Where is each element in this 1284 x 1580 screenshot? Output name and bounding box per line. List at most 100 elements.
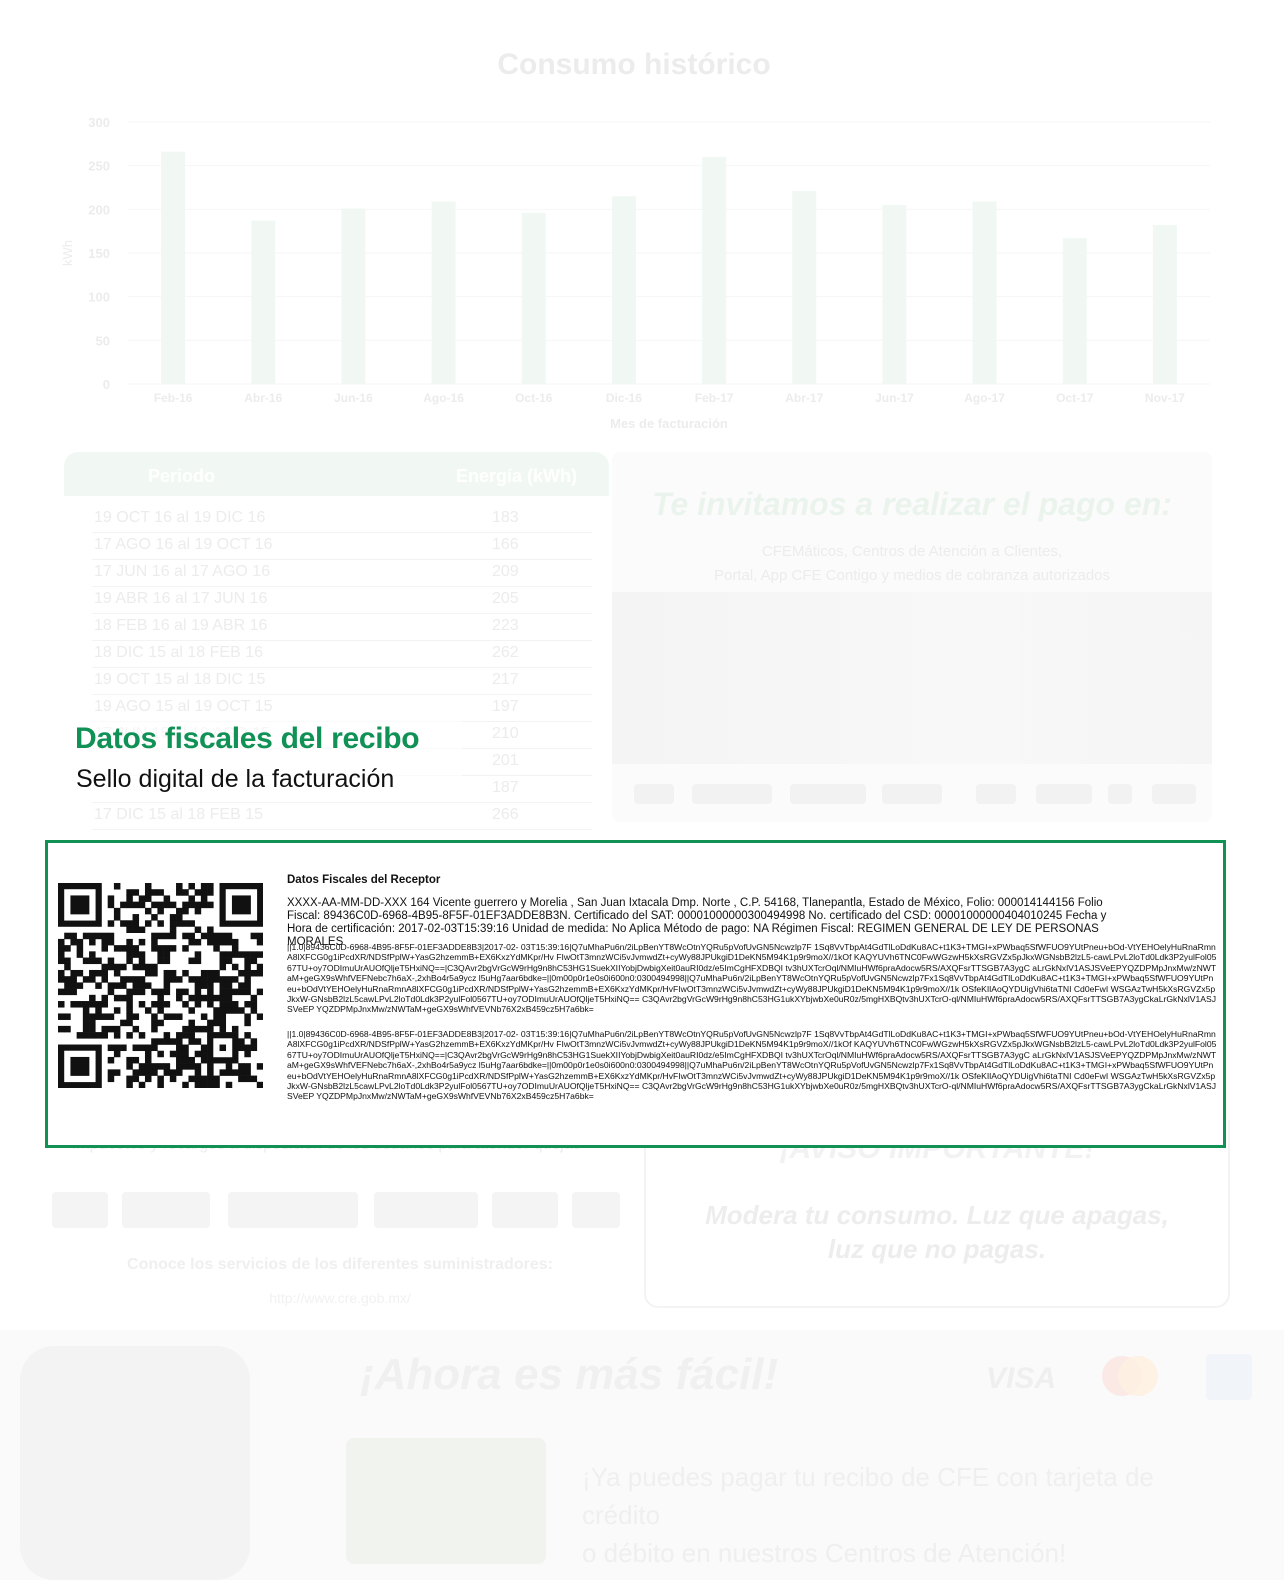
chart-bar — [882, 204, 907, 384]
institution-logo — [122, 1192, 210, 1228]
chart-bar — [611, 196, 636, 384]
y-tick-label: 300 — [88, 115, 110, 130]
partner-logo — [882, 784, 942, 804]
history-header-energia: Energía (kWh) — [456, 466, 578, 486]
x-tick-label: Abr-17 — [785, 391, 823, 405]
history-energia: 262 — [492, 644, 519, 661]
card-payment-line: o débito en nuestros Centros de Atención… — [582, 1538, 1067, 1568]
y-tick-label: 50 — [96, 333, 110, 348]
qr-code-icon — [58, 883, 263, 1088]
partner-logo — [1108, 784, 1132, 804]
chart-bar — [341, 208, 366, 384]
x-tick-label: Jun-16 — [334, 391, 373, 405]
chart-bar — [702, 156, 727, 384]
history-periodo: 19 OCT 15 al 18 DIC 15 — [94, 671, 266, 688]
x-tick-label: Oct-16 — [515, 391, 553, 405]
institution-logo — [492, 1192, 558, 1228]
notice-line: Modera tu consumo. Luz que apagas, — [705, 1200, 1169, 1230]
chart-bar — [161, 151, 186, 384]
chart-bar — [1152, 225, 1177, 384]
chart-bar — [521, 212, 546, 384]
history-energia: 217 — [492, 671, 519, 688]
x-tick-label: Ago-16 — [423, 391, 464, 405]
history-row: 19 ABR 16 al 17 JUN 16 205 — [92, 587, 592, 614]
x-tick-label: Ago-17 — [964, 391, 1005, 405]
x-tick-label: Jun-17 — [875, 391, 914, 405]
history-energia: 187 — [492, 779, 519, 796]
card-payment-line: ¡Ya puedes pagar tu recibo de CFE con ta… — [582, 1462, 1154, 1530]
promo-line: CFEMáticos, Centros de Atención a Client… — [761, 543, 1063, 560]
history-periodo: 19 OCT 16 al 19 DIC 16 — [94, 509, 266, 526]
history-row: 18 DIC 15 al 18 FEB 16 262 — [92, 641, 592, 668]
consumption-chart: 300 250 200 150 100 50 0 kWh Feb-16 Abr-16 Jun-16 A… — [60, 115, 1210, 431]
partner-logo — [790, 784, 866, 804]
history-table-header: Periodo Energía (kWh) — [64, 452, 609, 496]
institution-logos — [52, 1188, 622, 1234]
x-tick-label: Feb-16 — [154, 391, 193, 405]
history-row: 18 FEB 16 al 19 ABR 16 223 — [92, 614, 592, 641]
visa-logo: VISA — [986, 1362, 1057, 1395]
card-payment-title: ¡Ahora es más fácil! — [360, 1350, 779, 1399]
x-tick-label: Feb-17 — [695, 391, 734, 405]
chart-title: Consumo histórico — [497, 48, 771, 81]
x-tick-label: Dic-16 — [606, 391, 642, 405]
history-header-periodo: Periodo — [148, 466, 216, 486]
history-energia: 166 — [492, 536, 519, 553]
important-notice-box: ¡AVISO IMPORTANTE! Modera tu consumo. Lu… — [644, 1120, 1230, 1308]
history-periodo: 17 AGO 16 al 19 OCT 16 — [94, 536, 273, 553]
history-energia: 201 — [492, 752, 519, 769]
history-periodo: 17 JUN 16 al 17 AGO 16 — [94, 563, 271, 580]
promo-photo — [612, 592, 1212, 764]
x-axis-label: Mes de facturación — [610, 416, 728, 431]
chart-bar — [972, 201, 997, 384]
payment-promo-panel: Te invitamos a realizar el pago en: CFEM… — [612, 452, 1212, 822]
history-periodo: 17 DIC 15 al 18 FEB 15 — [94, 806, 263, 823]
credit-card-image — [346, 1438, 546, 1564]
history-energia: 210 — [492, 725, 519, 742]
history-row: 19 OCT 16 al 19 DIC 16 183 — [92, 506, 592, 533]
promo-partner-logos — [612, 776, 1212, 816]
history-row: 17 DIC 15 al 18 FEB 15 266 — [92, 803, 592, 830]
digital-seal-text: ||1.0|89436C0D-6968-4B95-8F5F-01EF3ADDE8… — [287, 1029, 1217, 1102]
partner-logo — [692, 784, 772, 804]
history-periodo: 18 FEB 16 al 19 ABR 16 — [94, 617, 268, 634]
history-periodo: 18 DIC 15 al 18 FEB 16 — [94, 644, 263, 661]
card-payment-text: ¡Ya puedes pagar tu recibo de CFE con ta… — [582, 1458, 1222, 1572]
fiscal-data-box: Datos Fiscales del Receptor XXXX-AA-MM-D… — [45, 840, 1226, 1148]
section-title: Datos fiscales del recibo — [75, 722, 420, 755]
history-row: 17 JUN 16 al 17 AGO 16 209 — [92, 560, 592, 587]
y-tick-label: 200 — [88, 202, 110, 217]
y-tick-label: 100 — [88, 290, 110, 305]
partner-logo — [1152, 784, 1196, 804]
history-energia: 209 — [492, 563, 519, 580]
partner-logo — [634, 784, 674, 804]
notice-line: luz que no pagas. — [827, 1234, 1047, 1264]
institution-logo — [374, 1192, 478, 1228]
x-tick-label: Oct-17 — [1056, 391, 1094, 405]
history-energia: 197 — [492, 698, 519, 715]
y-tick-label: 250 — [88, 159, 110, 174]
important-notice-text: Modera tu consumo. Luz que apagas, luz q… — [646, 1198, 1228, 1266]
payment-terminal-image — [20, 1346, 250, 1580]
x-tick-label: Abr-16 — [244, 391, 282, 405]
promo-line: Portal, App CFE Contigo y medios de cobr… — [713, 567, 1111, 584]
digital-seal-text: ||1.0|89436C0D-6968-4B95-8F5F-01EF3ADDE8… — [287, 942, 1217, 1015]
history-energia: 183 — [492, 509, 519, 526]
institution-logo — [228, 1192, 358, 1228]
section-subtitle: Sello digital de la facturación — [76, 765, 395, 793]
x-tick-label: Nov-17 — [1145, 391, 1185, 405]
history-energia: 205 — [492, 590, 519, 607]
chart-bar — [1062, 238, 1087, 384]
y-tick-label: 150 — [88, 246, 110, 261]
history-periodo: 19 AGO 15 al 19 OCT 15 — [94, 698, 273, 715]
history-row: 17 AGO 16 al 19 OCT 16 166 — [92, 533, 592, 560]
partner-logo — [976, 784, 1016, 804]
y-tick-label: 0 — [103, 377, 110, 392]
chart-bar — [251, 220, 276, 384]
y-axis-label: kWh — [60, 240, 75, 266]
mastercard-logo — [1102, 1356, 1158, 1396]
history-energia: 266 — [492, 806, 519, 823]
history-energia: 223 — [492, 617, 519, 634]
suppliers-note: Conoce los servicios de los diferentes s… — [127, 1256, 553, 1273]
suppliers-link[interactable]: http://www.cre.gob.mx/ — [60, 1290, 620, 1306]
